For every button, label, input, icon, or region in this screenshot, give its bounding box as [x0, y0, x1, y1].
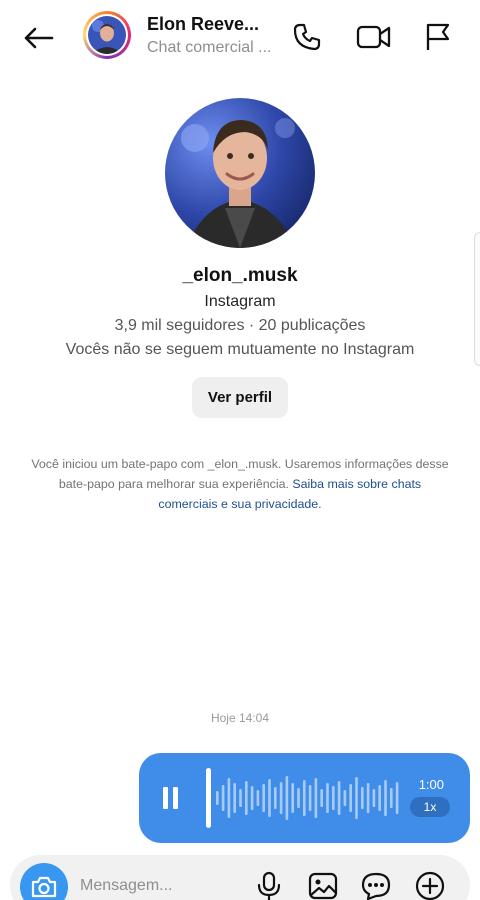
- mutual-follow-status: Vocês não se seguem mutuamente no Instag…: [65, 341, 415, 358]
- chat-header: Elon Reeve... Chat comercial ...: [0, 0, 480, 76]
- back-arrow-icon: [24, 27, 54, 49]
- edge-panel-handle[interactable]: [474, 232, 480, 366]
- view-profile-button[interactable]: Ver perfil: [191, 377, 289, 418]
- waveform-bar: [378, 785, 381, 811]
- camera-button[interactable]: [20, 863, 68, 900]
- playback-speed-button[interactable]: 1x: [410, 797, 450, 817]
- phone-icon: [293, 23, 321, 51]
- contact-subtitle: Chat comercial ...: [147, 39, 272, 56]
- waveform-bar: [372, 789, 376, 807]
- plus-icon: [415, 871, 445, 900]
- back-button[interactable]: [18, 20, 58, 56]
- waveform-bar: [297, 788, 300, 808]
- avatar-photo: [88, 16, 126, 54]
- header-title[interactable]: Elon Reeve... Chat comercial ...: [147, 14, 275, 57]
- microphone-icon: [257, 871, 281, 900]
- waveform-bar: [366, 783, 370, 813]
- contact-name: Elon Reeve...: [147, 14, 260, 34]
- waveform-bar: [361, 787, 364, 809]
- waveform-bar: [303, 780, 306, 816]
- business-chat-notice: Você iniciou um bate-papo com _elon_.mus…: [30, 454, 450, 514]
- playhead[interactable]: [206, 768, 211, 828]
- waveform-bar: [285, 776, 289, 820]
- waveform-bar: [279, 782, 283, 814]
- waveform[interactable]: [201, 767, 401, 829]
- voice-record-button[interactable]: [252, 869, 286, 900]
- waveform-bar: [291, 783, 294, 813]
- video-icon: [356, 25, 391, 49]
- waveform-bar: [262, 784, 265, 812]
- waveform-bar: [384, 780, 387, 816]
- profile-platform: Instagram: [204, 293, 276, 310]
- report-button[interactable]: [421, 20, 455, 54]
- voice-duration: 1:00: [418, 777, 444, 792]
- gallery-button[interactable]: [306, 869, 340, 900]
- waveform-bar: [355, 777, 358, 819]
- waveform-bar: [390, 788, 393, 808]
- waveform-bar: [216, 791, 219, 805]
- waveform-bar: [337, 781, 341, 815]
- waveform-bar: [343, 790, 347, 806]
- waveform-bar: [256, 790, 260, 806]
- more-options-button[interactable]: [413, 869, 447, 900]
- message-composer: [10, 855, 470, 900]
- pause-icon: [163, 787, 168, 809]
- waveform-bar: [332, 786, 335, 810]
- profile-card: _elon_.musk Instagram 3,9 mil seguidores…: [0, 98, 480, 418]
- flag-icon: [426, 23, 450, 50]
- waveform-bar: [239, 789, 242, 807]
- sticker-button[interactable]: [359, 869, 393, 900]
- video-call-button[interactable]: [355, 20, 393, 54]
- waveform-bar: [349, 784, 352, 812]
- pause-button[interactable]: [163, 787, 179, 809]
- camera-icon: [31, 876, 57, 898]
- profile-username: _elon_.musk: [182, 265, 298, 286]
- waveform-bar: [233, 783, 236, 813]
- voice-message-bubble[interactable]: 1:00 1x: [139, 753, 470, 843]
- message-input[interactable]: [80, 877, 230, 895]
- waveform-bar: [245, 781, 248, 815]
- waveform-bar: [274, 787, 277, 809]
- sticker-icon: [361, 872, 391, 900]
- waveform-bar: [221, 785, 225, 811]
- waveform-bar: [268, 779, 271, 817]
- waveform-bar: [308, 785, 312, 811]
- message-timestamp: Hoje 14:04: [210, 711, 270, 725]
- image-icon: [308, 872, 338, 900]
- header-avatar[interactable]: [83, 11, 131, 59]
- waveform-bar: [326, 783, 329, 813]
- waveform-bar: [314, 778, 318, 818]
- waveform-bar: [320, 789, 323, 807]
- profile-stats: 3,9 mil seguidores · 20 publicações: [114, 317, 366, 334]
- waveform-bar: [395, 782, 399, 814]
- waveform-bar: [250, 786, 254, 810]
- profile-photo[interactable]: [165, 98, 315, 248]
- waveform-bar: [227, 778, 231, 818]
- call-button[interactable]: [290, 20, 324, 54]
